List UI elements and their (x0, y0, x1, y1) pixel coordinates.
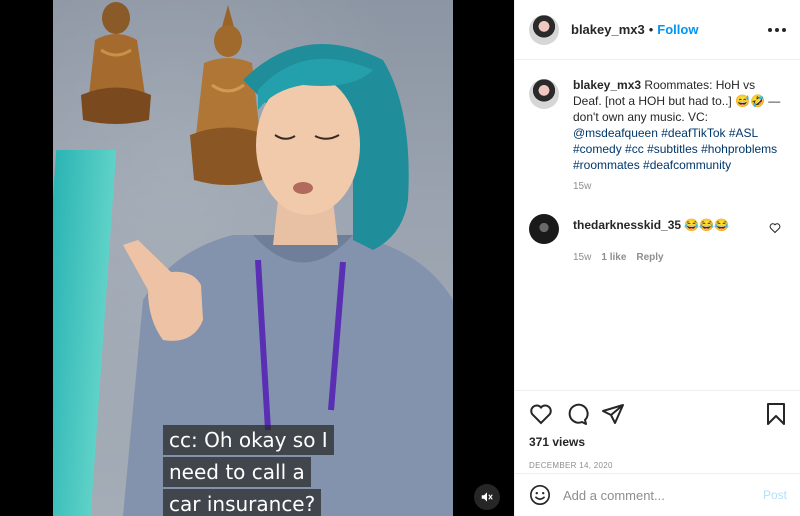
action-icons (529, 401, 787, 427)
comment-username[interactable]: thedarknesskid_35 (573, 218, 681, 232)
hashtag-link[interactable]: #subtitles (647, 142, 698, 156)
video-player[interactable]: cc: Oh okay so I need to call a car insu… (53, 0, 453, 516)
avatar[interactable] (529, 14, 559, 45)
header-username[interactable]: blakey_mx3 (571, 22, 645, 37)
hashtag-link[interactable]: #deafcommunity (643, 158, 731, 172)
emoji-icon[interactable] (529, 484, 551, 506)
hashtag-link[interactable]: #cc (625, 142, 644, 156)
views-count[interactable]: 371 views (529, 435, 787, 449)
separator-dot: • (648, 22, 654, 37)
reply-button[interactable]: Reply (636, 252, 663, 263)
media-area: cc: Oh okay so I need to call a car insu… (0, 0, 514, 516)
post-button[interactable]: Post (763, 488, 787, 502)
caption-time[interactable]: 15w (573, 181, 787, 192)
hashtag-link[interactable]: #comedy (573, 142, 622, 156)
comment-body: thedarknesskid_35 😂😂😂 (573, 218, 729, 244)
post-caption: blakey_mx3 Roommates: HoH vs Deaf. [not … (529, 77, 787, 173)
hashtag-link[interactable]: #deafTikTok (661, 126, 725, 140)
share-icon[interactable] (601, 402, 625, 426)
comment-icon[interactable] (565, 402, 589, 426)
mute-icon (481, 492, 493, 502)
subtitle-line: cc: Oh okay so I (163, 425, 334, 455)
comment-likes[interactable]: 1 like (601, 252, 626, 263)
more-options-icon[interactable] (768, 27, 786, 32)
comment-item: thedarknesskid_35 😂😂😂 (529, 214, 787, 244)
mention-link[interactable]: @msdeafqueen (573, 126, 658, 140)
comment-like-icon[interactable] (769, 222, 781, 234)
subtitle-line: need to call a (163, 457, 311, 487)
add-comment-bar: Add a comment... Post (515, 473, 800, 516)
subtitle-line: car insurance? (163, 489, 322, 516)
comment-time[interactable]: 15w (573, 252, 591, 263)
hashtag-link[interactable]: #hohproblems (701, 142, 777, 156)
caption-text: blakey_mx3 Roommates: HoH vs Deaf. [not … (573, 77, 787, 173)
post-date[interactable]: DECEMBER 14, 2020 (529, 461, 787, 470)
hashtag-link[interactable]: #ASL (729, 126, 758, 140)
bookmark-icon[interactable] (765, 402, 787, 426)
hashtag-link[interactable]: #roommates (573, 158, 640, 172)
post-panel: blakey_mx3 • Follow blakey_mx3 Roommates… (514, 0, 800, 516)
post-header: blakey_mx3 • Follow (515, 0, 800, 60)
avatar[interactable] (529, 214, 559, 244)
comment-meta: 15w 1 like Reply (573, 252, 787, 263)
heart-icon[interactable] (529, 402, 553, 426)
caption-username[interactable]: blakey_mx3 (573, 78, 641, 92)
comment-input[interactable]: Add a comment... (563, 488, 665, 503)
follow-button[interactable]: Follow (657, 22, 698, 37)
comment-text: 😂😂😂 (684, 218, 730, 232)
post-actions: 371 views DECEMBER 14, 2020 (515, 390, 800, 472)
avatar[interactable] (529, 79, 559, 109)
comments-section: blakey_mx3 Roommates: HoH vs Deaf. [not … (515, 61, 800, 391)
video-subtitles: cc: Oh okay so I need to call a car insu… (163, 425, 403, 516)
mute-button[interactable] (474, 484, 500, 510)
